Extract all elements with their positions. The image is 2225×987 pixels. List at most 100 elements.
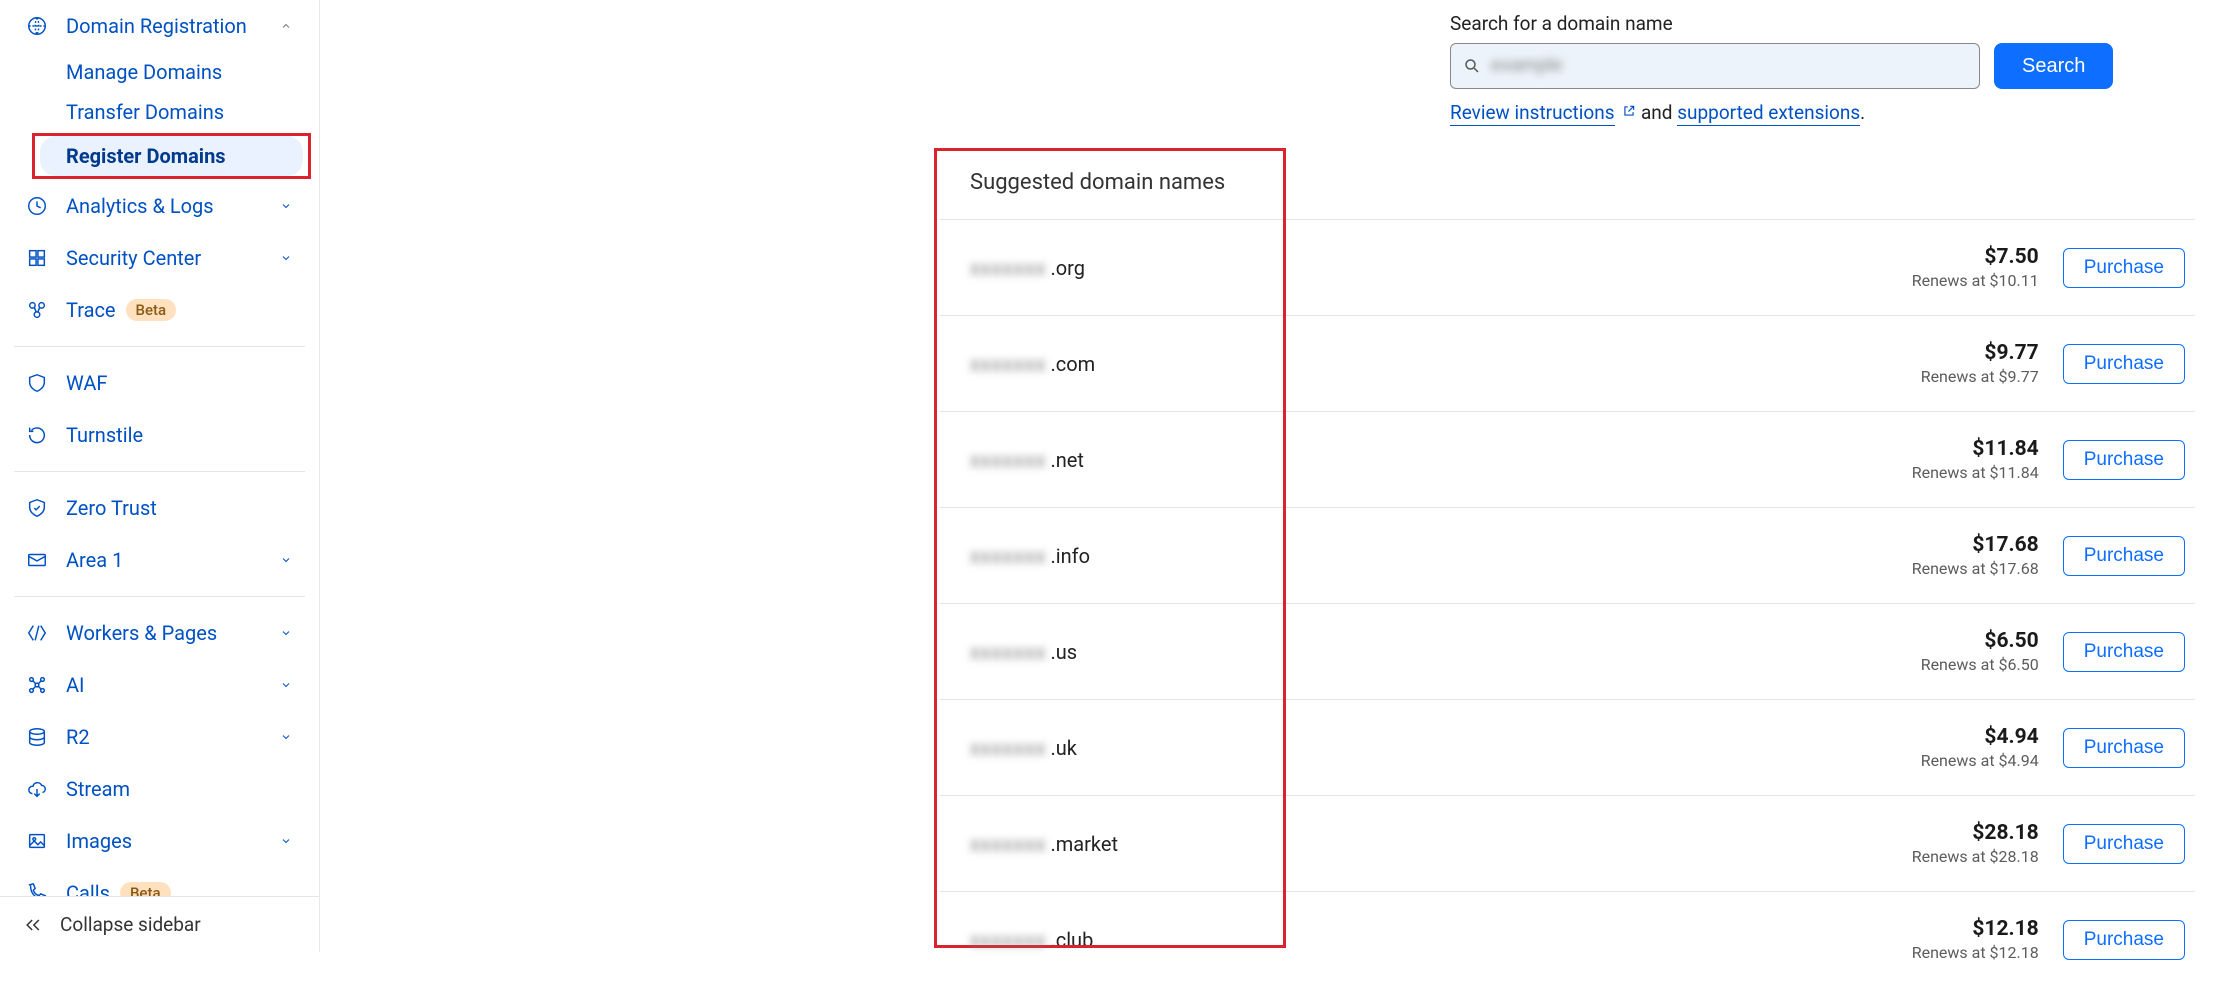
sidebar-subitem-register-domains[interactable]: Register Domains	[40, 136, 303, 176]
workers-icon	[26, 622, 48, 644]
sidebar-item-calls[interactable]: Calls Beta	[0, 867, 319, 896]
purchase-button[interactable]: Purchase	[2063, 920, 2185, 960]
price: $28.18	[1912, 821, 2039, 845]
chevron-down-icon	[279, 553, 293, 567]
renews-text: Renews at $6.50	[1921, 655, 2039, 674]
divider	[14, 596, 305, 597]
sidebar-label: AI	[66, 673, 85, 697]
price-column: $7.50 Renews at $10.11	[1912, 245, 2063, 290]
domain-row: xxxxxxx.us $6.50 Renews at $6.50 Purchas…	[940, 603, 2195, 699]
sidebar-label: Analytics & Logs	[66, 194, 214, 218]
collapse-sidebar-button[interactable]: Collapse sidebar	[0, 896, 319, 952]
domain-name: xxxxxxx.us	[970, 640, 1077, 664]
sidebar-label: Images	[66, 829, 132, 853]
beta-badge: Beta	[120, 882, 171, 896]
suggested-domain-names: Suggested domain names xxxxxxx.org $7.50…	[940, 148, 2195, 987]
domain-name: xxxxxxx.com	[970, 352, 1095, 376]
sidebar-item-stream[interactable]: Stream	[0, 763, 319, 815]
renews-text: Renews at $4.94	[1921, 751, 2039, 770]
chevron-down-icon	[279, 730, 293, 744]
supported-extensions-link[interactable]: supported extensions	[1677, 101, 1860, 126]
domain-row: xxxxxxx.market $28.18 Renews at $28.18 P…	[940, 795, 2195, 891]
search-button[interactable]: Search	[1994, 43, 2113, 89]
search-icon	[1463, 57, 1481, 75]
price: $11.84	[1912, 437, 2039, 461]
domain-name: xxxxxxx.club	[970, 928, 1093, 952]
domain-search-block: Search for a domain name Search Review i…	[1450, 12, 2113, 124]
search-input-wrap[interactable]	[1450, 43, 1980, 89]
price-column: $12.18 Renews at $12.18	[1912, 917, 2063, 962]
price: $4.94	[1921, 725, 2039, 749]
price-column: $6.50 Renews at $6.50	[1921, 629, 2063, 674]
chevron-up-icon	[279, 19, 293, 33]
trace-icon	[26, 299, 48, 321]
purchase-button[interactable]: Purchase	[2063, 344, 2185, 384]
sidebar-label: Domain Registration	[66, 14, 247, 38]
sidebar-subitem-manage-domains[interactable]: Manage Domains	[0, 52, 319, 92]
price: $6.50	[1921, 629, 2039, 653]
sidebar-item-waf[interactable]: WAF	[0, 357, 319, 409]
chevron-down-icon	[279, 626, 293, 640]
domain-row: xxxxxxx.club $12.18 Renews at $12.18 Pur…	[940, 891, 2195, 987]
review-instructions-link[interactable]: Review instructions	[1450, 101, 1615, 126]
purchase-button[interactable]: Purchase	[2063, 632, 2185, 672]
images-icon	[26, 830, 48, 852]
chevron-down-icon	[279, 678, 293, 692]
domain-row: xxxxxxx.uk $4.94 Renews at $4.94 Purchas…	[940, 699, 2195, 795]
domain-row: xxxxxxx.com $9.77 Renews at $9.77 Purcha…	[940, 315, 2195, 411]
price-column: $28.18 Renews at $28.18	[1912, 821, 2063, 866]
sidebar-label: Trace	[66, 298, 116, 322]
domain-row: xxxxxxx.net $11.84 Renews at $11.84 Purc…	[940, 411, 2195, 507]
divider	[14, 471, 305, 472]
sidebar-item-turnstile[interactable]: Turnstile	[0, 409, 319, 461]
sidebar-subitem-transfer-domains[interactable]: Transfer Domains	[0, 92, 319, 132]
domain-name: xxxxxxx.market	[970, 832, 1118, 856]
main-content: Search for a domain name Search Review i…	[320, 0, 2225, 952]
chevron-down-icon	[279, 834, 293, 848]
price-column: $11.84 Renews at $11.84	[1912, 437, 2063, 482]
renews-text: Renews at $10.11	[1912, 271, 2039, 290]
renews-text: Renews at $9.77	[1921, 367, 2039, 386]
purchase-button[interactable]: Purchase	[2063, 440, 2185, 480]
chevron-down-icon	[279, 199, 293, 213]
sidebar-label: Turnstile	[66, 423, 143, 447]
sidebar-label: WAF	[66, 371, 107, 395]
price-column: $9.77 Renews at $9.77	[1921, 341, 2063, 386]
shield-grid-icon	[26, 247, 48, 269]
sidebar-label: Workers & Pages	[66, 621, 217, 645]
renews-text: Renews at $11.84	[1912, 463, 2039, 482]
sidebar-item-r2[interactable]: R2	[0, 711, 319, 763]
phone-icon	[26, 882, 48, 896]
collapse-icon	[22, 915, 44, 935]
domain-name: xxxxxxx.uk	[970, 736, 1077, 760]
sidebar-item-analytics[interactable]: Analytics & Logs	[0, 180, 319, 232]
email-icon	[26, 549, 48, 571]
price: $17.68	[1912, 533, 2039, 557]
sidebar-label: Zero Trust	[66, 496, 157, 520]
purchase-button[interactable]: Purchase	[2063, 536, 2185, 576]
renews-text: Renews at $12.18	[1912, 943, 2039, 962]
sidebar-item-trace[interactable]: Trace Beta	[0, 284, 319, 336]
waf-icon	[26, 372, 48, 394]
renews-text: Renews at $17.68	[1912, 559, 2039, 578]
price-column: $17.68 Renews at $17.68	[1912, 533, 2063, 578]
zero-trust-icon	[26, 497, 48, 519]
search-instructions: Review instructions and supported extens…	[1450, 101, 2113, 124]
suggested-title: Suggested domain names	[940, 148, 2195, 219]
database-icon	[26, 726, 48, 748]
sidebar-item-images[interactable]: Images	[0, 815, 319, 867]
sidebar-item-security-center[interactable]: Security Center	[0, 232, 319, 284]
purchase-button[interactable]: Purchase	[2063, 248, 2185, 288]
price-column: $4.94 Renews at $4.94	[1921, 725, 2063, 770]
collapse-label: Collapse sidebar	[60, 913, 201, 936]
sidebar-item-domain-registration[interactable]: Domain Registration	[0, 0, 319, 52]
sidebar-item-workers[interactable]: Workers & Pages	[0, 607, 319, 659]
sidebar-item-ai[interactable]: AI	[0, 659, 319, 711]
sidebar-label: Calls	[66, 881, 110, 896]
sidebar-item-zero-trust[interactable]: Zero Trust	[0, 482, 319, 534]
sidebar-item-area1[interactable]: Area 1	[0, 534, 319, 586]
search-input[interactable]	[1491, 55, 1967, 77]
domain-name: xxxxxxx.org	[970, 256, 1085, 280]
purchase-button[interactable]: Purchase	[2063, 728, 2185, 768]
purchase-button[interactable]: Purchase	[2063, 824, 2185, 864]
